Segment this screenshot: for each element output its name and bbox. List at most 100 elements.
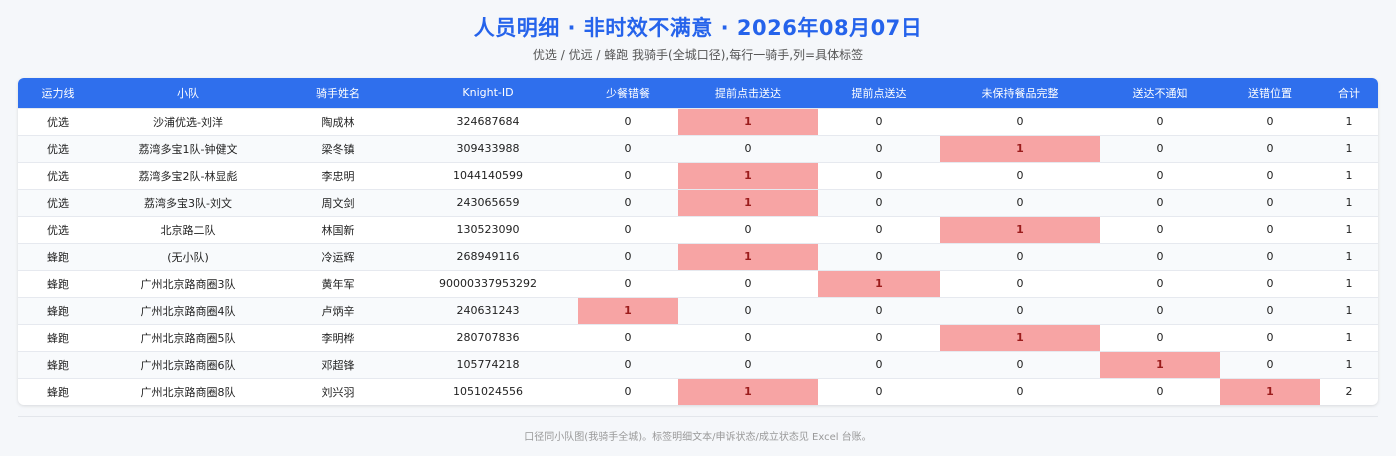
table-cell: 卢炳辛 <box>321 304 355 318</box>
table-cell: 李忠明 <box>321 169 355 183</box>
table-cell: 优选 <box>47 115 69 129</box>
table-row: 蜂跑 广州北京路商圈8队 刘兴羽 1051024556 0 1 0 0 0 1 2 <box>18 378 1378 405</box>
table-cell: 刘兴羽 <box>321 385 355 399</box>
table-cell: 优选 <box>47 142 69 156</box>
table-cell: 0 <box>744 304 752 317</box>
table-cell: 0 <box>1156 196 1164 209</box>
table-cell: 广州北京路商圈8队 <box>140 385 236 399</box>
table-cell: 243065659 <box>456 196 520 209</box>
table-cell: 268949116 <box>456 250 520 263</box>
table-cell: 广州北京路商圈5队 <box>140 331 236 345</box>
table-cell: 0 <box>1156 115 1164 128</box>
table-cell: 0 <box>624 277 632 290</box>
table-cell: 0 <box>875 250 883 263</box>
column-header[interactable]: 合计 <box>1320 78 1378 108</box>
table-cell: 0 <box>875 358 883 371</box>
table-cell: 0 <box>624 223 632 236</box>
table-cell: 0 <box>875 115 883 128</box>
table-header-row: 运力线 小队 骑手姓名 Knight-ID 少餐错餐 提前点击送达 提前点送达 未保持餐品完整… <box>18 78 1378 108</box>
table-cell: 广州北京路商圈3队 <box>140 277 236 291</box>
table-cell: 0 <box>1156 385 1164 399</box>
column-header[interactable]: 未保持餐品完整 <box>940 78 1100 108</box>
table-row: 优选 荔湾多宝3队-刘文 周文剑 243065659 0 1 0 0 0 0 1 <box>18 189 1378 216</box>
table-row: 蜂跑 广州北京路商圈4队 卢炳辛 240631243 1 0 0 0 0 0 1 <box>18 297 1378 324</box>
table-row: 蜂跑 广州北京路商圈3队 黄年军 90000337953292 0 0 1 0 0 0 1 <box>18 270 1378 297</box>
table-cell: 0 <box>1266 223 1274 236</box>
table-cell: 0 <box>1156 142 1164 155</box>
table-cell: 0 <box>744 142 752 155</box>
table-cell: 0 <box>875 223 883 236</box>
table-cell: 荔湾多宝1队-钟健文 <box>138 142 238 156</box>
table-cell: 0 <box>1016 385 1024 399</box>
table-cell: 冷运辉 <box>321 250 355 264</box>
table-cell: 1 <box>678 162 818 189</box>
table-cell: 蜂跑 <box>47 250 69 264</box>
table-cell: 1 <box>940 216 1100 243</box>
table-cell: 林国新 <box>321 223 355 237</box>
detail-table-card: 运力线 小队 骑手姓名 Knight-ID 少餐错餐 提前点击送达 提前点送达 未保持餐品完整… <box>18 78 1378 405</box>
table-cell: 0 <box>1016 196 1024 209</box>
column-header[interactable]: 提前点击送达 <box>678 78 818 108</box>
column-header[interactable]: 运力线 <box>18 78 98 108</box>
table-row: 优选 北京路二队 林国新 130523090 0 0 0 1 0 0 1 <box>18 216 1378 243</box>
table-cell: 1 <box>1345 142 1353 155</box>
table-cell: 黄年军 <box>321 277 355 291</box>
table-row: 优选 荔湾多宝2队-林显彪 李忠明 1044140599 0 1 0 0 0 0 1 <box>18 162 1378 189</box>
footer-divider <box>18 416 1378 417</box>
table-cell: 1051024556 <box>453 385 523 399</box>
table-cell: 梁冬镇 <box>321 142 355 156</box>
page-subtitle: 优选 / 优远 / 蜂跑 我骑手(全城口径),每行一骑手,列=具体标签 <box>532 48 864 62</box>
table-cell: 1 <box>818 270 940 297</box>
table-cell: 0 <box>1016 304 1024 317</box>
table-cell: 0 <box>875 331 883 344</box>
table-cell: 1 <box>678 378 818 405</box>
table-cell: 荔湾多宝3队-刘文 <box>144 196 232 210</box>
table-cell: 0 <box>875 169 883 182</box>
table-cell: 309433988 <box>456 142 520 155</box>
table-row: 蜂跑 广州北京路商圈6队 邓超锋 105774218 0 0 0 0 1 0 1 <box>18 351 1378 378</box>
table-cell: 105774218 <box>456 358 520 371</box>
table-cell: 邓超锋 <box>321 358 355 372</box>
table-cell: 1 <box>678 243 818 270</box>
table-cell: 0 <box>1156 331 1164 344</box>
table-row: 优选 荔湾多宝1队-钟健文 梁冬镇 309433988 0 0 0 1 0 0 1 <box>18 135 1378 162</box>
table-cell: 1 <box>578 297 678 324</box>
table-cell: 0 <box>744 223 752 236</box>
table-cell: 1 <box>1345 196 1353 209</box>
table-cell: 0 <box>1016 250 1024 263</box>
column-header[interactable]: 少餐错餐 <box>578 78 678 108</box>
table-row: 蜂跑 广州北京路商圈5队 李明桦 280707836 0 0 0 1 0 0 1 <box>18 324 1378 351</box>
table-cell: 陶成林 <box>321 115 355 129</box>
table-cell: 0 <box>624 196 632 209</box>
table-cell: 0 <box>875 385 883 399</box>
table-cell: 1 <box>1345 304 1353 317</box>
table-cell: 0 <box>1156 304 1164 317</box>
table-cell: (无小队) <box>167 250 209 264</box>
table-cell: 0 <box>1016 115 1024 128</box>
table-cell: 0 <box>744 358 752 371</box>
column-header[interactable]: Knight-ID <box>398 78 578 108</box>
column-header[interactable]: 送错位置 <box>1220 78 1320 108</box>
table-cell: 0 <box>624 331 632 344</box>
table-cell: 0 <box>875 142 883 155</box>
table-cell: 0 <box>875 196 883 209</box>
table-cell: 0 <box>1266 304 1274 317</box>
column-header[interactable]: 小队 <box>98 78 278 108</box>
table-cell: 0 <box>624 385 632 399</box>
table-cell: 优选 <box>47 196 69 210</box>
table-cell: 1 <box>940 135 1100 162</box>
footer-note: 口径同小队图(我骑手全城)。标签明细文本/申诉状态/成立状态见 Excel 台账… <box>524 432 872 443</box>
table-cell: 0 <box>624 142 632 155</box>
table-cell: 1 <box>1345 331 1353 344</box>
column-header[interactable]: 提前点送达 <box>818 78 940 108</box>
table-cell: 李明桦 <box>321 331 355 345</box>
table-cell: 0 <box>1266 331 1274 344</box>
column-header[interactable]: 送达不通知 <box>1100 78 1220 108</box>
table-cell: 1 <box>1100 351 1220 378</box>
table-cell: 0 <box>1016 358 1024 371</box>
table-cell: 蜂跑 <box>47 385 69 399</box>
table-cell: 蜂跑 <box>47 304 69 318</box>
table-cell: 0 <box>1266 250 1274 263</box>
column-header[interactable]: 骑手姓名 <box>278 78 398 108</box>
table-cell: 优选 <box>47 169 69 183</box>
